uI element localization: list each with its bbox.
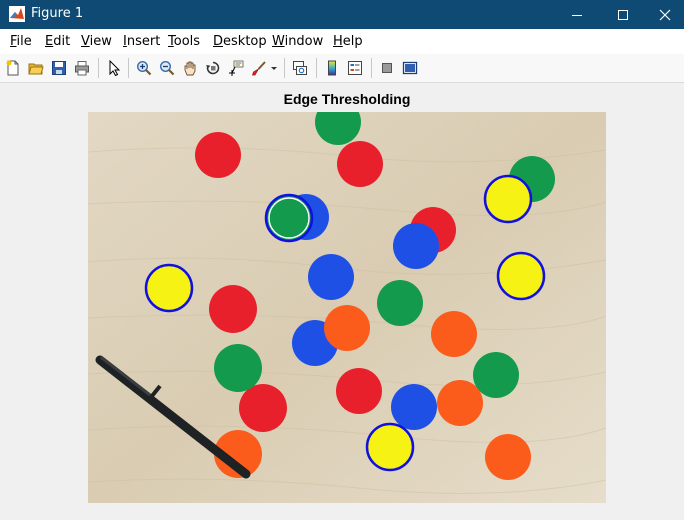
red-chip <box>209 285 257 333</box>
minimize-button[interactable] <box>554 0 600 29</box>
menu-window[interactable]: Window <box>272 34 323 49</box>
toolbar-separator <box>284 58 285 78</box>
image-display <box>88 112 606 503</box>
title-bar: Figure 1 <box>0 0 684 29</box>
menu-window-label: indow <box>284 34 324 49</box>
menu-help-mnemonic: H <box>333 34 343 49</box>
hide-plot-tools-icon <box>382 63 392 73</box>
maximize-button[interactable] <box>600 0 646 29</box>
open-file-button[interactable] <box>26 58 46 78</box>
green-chip <box>214 344 262 392</box>
close-button[interactable] <box>646 0 684 29</box>
detected-yellow-chip <box>483 174 533 224</box>
menu-file-label: ile <box>16 34 32 49</box>
edit-plot-button[interactable] <box>104 58 124 78</box>
blue-chip <box>391 384 437 430</box>
edit-plot-icon <box>109 60 121 76</box>
toolbar-separator <box>98 58 99 78</box>
menu-help[interactable]: Help <box>333 34 363 49</box>
menu-bar: File Edit View Insert Tools Desktop Wind… <box>0 29 684 55</box>
red-chip <box>336 368 382 414</box>
window-title: Figure 1 <box>31 6 84 21</box>
menu-file[interactable]: File <box>10 34 32 49</box>
red-chip <box>337 141 383 187</box>
new-figure-button[interactable] <box>3 58 23 78</box>
toolbar-separator <box>128 58 129 78</box>
open-file-icon <box>28 63 44 75</box>
show-plot-tools-button[interactable] <box>400 58 420 78</box>
zoom-out-button[interactable] <box>157 58 177 78</box>
brush-button[interactable] <box>249 58 269 78</box>
menu-desktop-mnemonic: D <box>213 34 224 49</box>
minimize-icon <box>572 14 582 16</box>
chevron-down-icon <box>271 67 277 70</box>
menu-view-label: iew <box>89 34 112 49</box>
menu-edit-label: dit <box>53 34 71 49</box>
legend-icon <box>348 61 362 75</box>
colorbar-icon <box>328 60 336 76</box>
figure-title: Edge Thresholding <box>283 91 411 107</box>
menu-view[interactable]: View <box>81 34 112 49</box>
pan-icon <box>184 61 196 76</box>
menu-tools-label: ools <box>173 34 201 49</box>
detected-green-chip <box>264 193 314 243</box>
hide-plot-tools-button[interactable] <box>377 58 397 78</box>
green-chip <box>473 352 519 398</box>
rotate-3d-button[interactable] <box>203 58 223 78</box>
menu-insert[interactable]: Insert <box>123 34 160 49</box>
pan-button[interactable] <box>180 58 200 78</box>
link-plot-button[interactable] <box>290 58 310 78</box>
data-cursor-button[interactable] <box>226 58 246 78</box>
save-button[interactable] <box>49 58 69 78</box>
maximize-icon <box>618 9 628 20</box>
menu-insert-label: nsert <box>126 34 161 49</box>
red-chip <box>195 132 241 178</box>
new-figure-icon <box>6 60 19 76</box>
menu-tools[interactable]: Tools <box>168 34 200 49</box>
data-cursor-icon <box>229 60 244 76</box>
menu-view-mnemonic: V <box>81 34 90 49</box>
menu-help-label: elp <box>342 34 363 49</box>
detected-yellow-chip <box>496 251 546 301</box>
save-icon <box>52 61 66 75</box>
zoom-out-icon <box>159 60 175 76</box>
print-icon <box>75 61 89 76</box>
menu-desktop-label: esktop <box>223 34 267 49</box>
orange-chip <box>324 305 370 351</box>
red-chip <box>239 384 287 432</box>
orange-chip <box>431 311 477 357</box>
menu-desktop[interactable]: Desktop <box>213 34 267 49</box>
menu-window-mnemonic: W <box>272 34 285 49</box>
rotate-3d-icon <box>206 61 220 75</box>
legend-button[interactable] <box>345 58 365 78</box>
matlab-logo-icon <box>9 6 25 22</box>
show-plot-tools-icon <box>402 61 418 75</box>
detected-yellow-chip <box>144 263 194 313</box>
link-plot-icon <box>293 61 307 75</box>
blue-chip <box>393 223 439 269</box>
toolbar-separator <box>316 58 317 78</box>
print-button[interactable] <box>72 58 92 78</box>
green-chip <box>377 280 423 326</box>
brush-icon <box>252 61 266 76</box>
image-axes[interactable] <box>88 112 606 503</box>
blue-chip <box>308 254 354 300</box>
zoom-in-icon <box>136 60 152 76</box>
detected-yellow-chip <box>365 422 415 472</box>
figure-toolbar <box>0 54 684 83</box>
menu-edit-mnemonic: E <box>45 34 54 49</box>
menu-edit[interactable]: Edit <box>45 34 70 49</box>
zoom-in-button[interactable] <box>134 58 154 78</box>
colorbar-button[interactable] <box>322 58 342 78</box>
toolbar-separator <box>371 58 372 78</box>
brush-dropdown-button[interactable] <box>269 58 279 78</box>
orange-chip <box>437 380 483 426</box>
close-icon <box>659 9 671 20</box>
orange-chip <box>485 434 531 480</box>
